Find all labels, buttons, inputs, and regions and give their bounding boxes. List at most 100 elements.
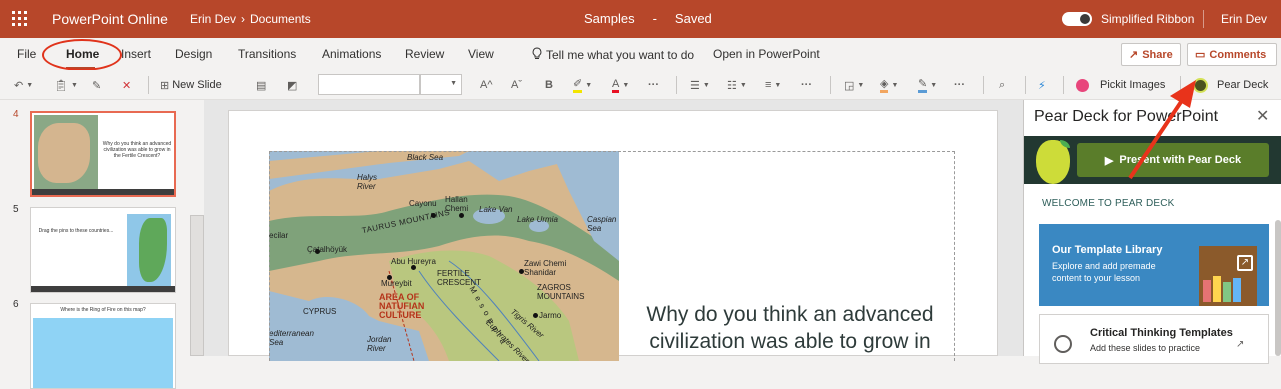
app-launcher-icon[interactable]	[12, 11, 27, 26]
pear-deck-label: Pear Deck	[1217, 79, 1269, 91]
bullets-button[interactable]: ☰ ▼	[690, 76, 710, 94]
share-icon: ↗	[1129, 49, 1139, 61]
open-in-powerpoint[interactable]: Open in PowerPoint	[713, 47, 820, 61]
external-link-icon[interactable]: ↗	[1236, 339, 1244, 350]
undo-button[interactable]: ↶ ▼	[14, 76, 33, 94]
highlight-button[interactable]: ✐ ▼	[573, 76, 592, 94]
slide-thumbnail-6[interactable]: Where is the Ring of Fire on this map?	[30, 303, 176, 389]
template-library-card[interactable]: Our Template Library Explore and add pre…	[1039, 224, 1269, 306]
slide-question-text[interactable]: Why do you think an advanced civilizatio…	[631, 301, 949, 355]
format-painter-button[interactable]: ✎	[92, 76, 101, 94]
more-font-options-button[interactable]: ···	[648, 76, 659, 94]
chevron-down-icon: ▼	[774, 81, 782, 89]
shape-fill-button[interactable]: ◈ ▼	[880, 76, 898, 94]
ribbon-divider	[1180, 76, 1181, 94]
close-icon[interactable]: ✕	[1256, 106, 1269, 126]
tab-insert[interactable]: Insert	[121, 47, 151, 61]
bold-button[interactable]: B	[545, 76, 553, 94]
increase-font-button[interactable]: A^	[480, 76, 493, 94]
user-account[interactable]: Erin Dev	[1221, 12, 1267, 26]
template-library-title: Our Template Library	[1052, 244, 1163, 256]
share-button[interactable]: ↗ Share	[1121, 43, 1181, 66]
critical-thinking-card[interactable]: Critical Thinking Templates Add these sl…	[1039, 314, 1269, 364]
layout-icon: ▤	[256, 79, 267, 92]
title-bar: PowerPoint Online Erin Dev › Documents S…	[0, 0, 1281, 38]
play-icon: ▶	[1104, 154, 1114, 167]
present-with-pear-deck-button[interactable]: ▶ Present with Pear Deck	[1077, 143, 1269, 177]
tab-review[interactable]: Review	[405, 47, 444, 61]
format-background-button[interactable]: ◩	[287, 76, 297, 94]
ribbon: ↶ ▼ 📋︎ ▼ ✎ ✕ ⊞ New Slide ▤ ◩ ▼ A^ Aˇ B ✐ ▼ …	[0, 70, 1281, 100]
pickit-images-button[interactable]: Pickit Images	[1076, 76, 1165, 94]
titlebar-divider	[1203, 10, 1204, 28]
designer-button[interactable]: ⚡︎	[1038, 76, 1046, 94]
shape-outline-button[interactable]: ✎ ▼	[918, 76, 937, 94]
breadcrumb-user[interactable]: Erin Dev	[190, 12, 236, 26]
external-link-icon[interactable]: ↗	[1237, 255, 1253, 271]
critical-thinking-title: Critical Thinking Templates	[1090, 327, 1233, 339]
pane-title: Pear Deck for PowerPoint	[1034, 108, 1219, 125]
ribbon-divider	[1063, 76, 1064, 94]
simplified-ribbon-label: Simplified Ribbon	[1101, 12, 1195, 26]
menu-bar: File Home Insert Design Transitions Anim…	[0, 38, 1281, 70]
ribbon-divider	[983, 76, 984, 94]
title-separator: -	[652, 11, 657, 26]
tab-file[interactable]: File	[17, 47, 36, 61]
chevron-down-icon: ▼	[622, 81, 630, 89]
template-library-description: Explore and add premade content to your …	[1052, 261, 1156, 283]
new-slide-label: New Slide	[172, 79, 222, 91]
bullet-list-icon: ☰	[690, 79, 700, 92]
gear-icon	[1054, 335, 1072, 353]
more-drawing-options-button[interactable]: ···	[954, 76, 965, 94]
tab-design[interactable]: Design	[175, 47, 212, 61]
pen-icon: ✎	[918, 77, 928, 93]
clipboard-icon: 📋︎	[54, 79, 68, 92]
new-slide-icon: ⊞	[160, 79, 170, 92]
more-paragraph-options-button[interactable]: ···	[801, 76, 812, 94]
tab-animations[interactable]: Animations	[322, 47, 381, 61]
chevron-right-icon: ›	[241, 12, 246, 26]
align-button[interactable]: ≡ ▼	[765, 76, 781, 94]
slide-thumbnail-4[interactable]: Why do you think an advanced civilizatio…	[30, 111, 176, 197]
slide-canvas[interactable]: Black Sea Halys River Cayonu Hallan Chem…	[228, 110, 998, 361]
numbered-list-icon: ☷	[727, 79, 737, 92]
font-color-button[interactable]: A ▼	[612, 76, 629, 94]
thumbnail-scrollbar[interactable]	[190, 215, 204, 356]
font-size-dropdown[interactable]: ▼	[420, 74, 462, 95]
pear-deck-icon	[1193, 77, 1208, 93]
decrease-font-button[interactable]: Aˇ	[511, 76, 522, 94]
app-name[interactable]: PowerPoint Online	[52, 11, 168, 27]
close-icon: ✕	[122, 79, 132, 92]
save-status: Saved	[674, 11, 712, 26]
tell-me-search[interactable]: Tell me what you want to do	[532, 47, 694, 63]
bold-icon: B	[545, 79, 553, 91]
shapes-button[interactable]: ◲ ▼	[844, 76, 864, 94]
pear-deck-button[interactable]: Pear Deck	[1193, 76, 1268, 94]
share-label: Share	[1142, 48, 1173, 61]
slide-number: 4	[13, 109, 19, 120]
new-slide-button[interactable]: ⊞ New Slide	[160, 76, 222, 94]
chevron-down-icon: ▼	[26, 81, 34, 89]
shrink-font-icon: Aˇ	[511, 79, 522, 91]
tab-view[interactable]: View	[468, 47, 494, 61]
breadcrumb-documents[interactable]: Documents	[250, 12, 311, 26]
document-name[interactable]: Samples	[584, 11, 635, 26]
paste-button[interactable]: 📋︎ ▼	[54, 76, 78, 94]
numbering-button[interactable]: ☷ ▼	[727, 76, 747, 94]
comments-button[interactable]: ▭ Comments	[1187, 43, 1277, 66]
tab-transitions[interactable]: Transitions	[238, 47, 296, 61]
thumbnail-text: Why do you think an advanced civilizatio…	[102, 141, 172, 159]
highlighter-icon: ✐	[573, 77, 583, 93]
pane-scrollbar[interactable]	[1275, 220, 1281, 356]
more-icon: ···	[954, 79, 965, 91]
thumbnail-text: Drag the pins to these countries...	[38, 228, 114, 234]
find-button[interactable]: ⌕	[999, 76, 1005, 94]
delete-button[interactable]: ✕	[122, 76, 131, 94]
font-name-dropdown[interactable]	[318, 74, 420, 95]
chevron-down-icon: ▼	[739, 81, 747, 89]
slide-thumbnail-5[interactable]: Drag the pins to these countries...	[30, 207, 176, 293]
ribbon-divider	[830, 76, 831, 94]
simplified-ribbon-toggle[interactable]	[1062, 12, 1092, 26]
paint-bucket-icon: ◈	[880, 77, 889, 93]
layout-button[interactable]: ▤	[256, 76, 266, 94]
